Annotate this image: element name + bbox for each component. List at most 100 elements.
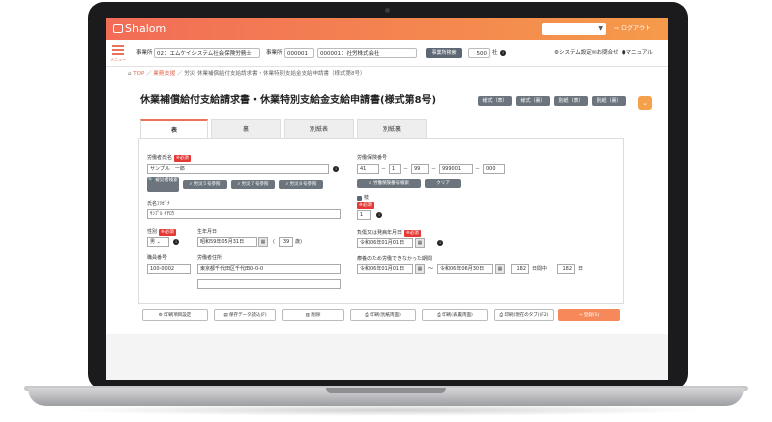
screen: Shalom ▼ ⇨ ログアウト メニュー 事業所 02：エムケイシステム社会保… — [106, 18, 668, 380]
sample-form-back-button[interactable]: 様式（裏） — [516, 96, 550, 106]
app-header: Shalom ▼ ⇨ ログアウト — [106, 18, 668, 40]
insurance-no-1[interactable]: 41 — [357, 164, 379, 174]
print-both-button[interactable]: ⎙ 印刷(別紙両面) — [350, 309, 416, 321]
gender-select-value: 男 — [150, 239, 156, 245]
tab-front[interactable]: 表 — [140, 119, 208, 139]
info-icon[interactable]: i — [437, 240, 443, 246]
worker-name-input[interactable]: サンプル 一郎 — [147, 164, 329, 174]
office-label: 事業所 — [136, 50, 153, 56]
employee-no-input[interactable]: 100-0002 — [147, 264, 191, 274]
age-input[interactable]: 39 — [279, 237, 293, 247]
branch-input[interactable]: 1 — [357, 210, 371, 220]
gear-icon: ⚙ — [158, 313, 163, 318]
ref8-button[interactable]: ⌕ 労災８号参照 — [279, 180, 323, 189]
insurance-no-5[interactable]: 000 — [483, 164, 505, 174]
days-input-2[interactable]: 182 — [557, 264, 575, 274]
required-badge: ※必須 — [159, 229, 176, 236]
print-settings-button[interactable]: ⚙ 印刷項目設定 — [142, 309, 208, 321]
days-unit-2: 日 — [578, 266, 584, 272]
calendar-icon[interactable]: ▦ — [415, 264, 425, 274]
insurance-no-3[interactable]: 99 — [411, 164, 429, 174]
print-settings-label: 印刷項目設定 — [164, 313, 192, 318]
calendar-icon[interactable]: ▦ — [258, 237, 268, 247]
system-settings-label: システム設定 — [558, 50, 592, 56]
logout-link[interactable]: ⇨ ログアウト — [614, 23, 651, 35]
info-icon[interactable]: i — [173, 239, 179, 245]
delete-button[interactable]: ▥ 削除 — [282, 309, 344, 321]
breadcrumb-category: 労災 — [184, 71, 196, 77]
insurance-no-2[interactable]: 1 — [389, 164, 401, 174]
register-button[interactable]: → 登録(S) — [558, 309, 620, 321]
system-settings-link[interactable]: ⚙システム設定 — [554, 48, 592, 58]
breadcrumb-current: 休業補償給付支給請求書・休業特別支給金支給申請書（様式第8号） — [197, 71, 366, 77]
office-select-value: 02：エムケイシステム社会保険労務士 — [157, 51, 252, 57]
logout-label: ログアウト — [620, 25, 651, 32]
period-label: 療養のため労働できなかった期間 — [357, 256, 433, 262]
count-input[interactable]: 500 — [468, 48, 490, 58]
address-input[interactable]: 東京都千代田区千代田0-0-0 — [197, 264, 341, 274]
expand-panel-icon[interactable]: ⌄ — [638, 96, 652, 110]
breadcrumb-business[interactable]: 業務支援 — [153, 71, 175, 77]
contact-link[interactable]: ✉お問合せ — [592, 48, 619, 58]
print-face-button[interactable]: ⎙ 印刷(表裏両面) — [422, 309, 488, 321]
chevron-down-icon: ⌄ — [156, 239, 161, 245]
manual-link[interactable]: ⬮マニュアル — [622, 48, 653, 58]
file-icon: ▤ — [223, 313, 228, 318]
birth-input[interactable]: 昭和59年05月31日 — [197, 237, 257, 247]
contact-label: お問合せ — [596, 50, 619, 56]
kana-input[interactable]: ｻﾝﾌﾟﾙ ｲﾁﾛｳ — [147, 209, 341, 219]
app-logo: Shalom — [113, 21, 166, 37]
info-icon[interactable]: i — [333, 166, 339, 172]
branch-checkbox[interactable] — [357, 196, 362, 201]
business-code-input[interactable]: 000001 — [284, 48, 314, 58]
paren-open: ( — [273, 239, 275, 245]
tab-back[interactable]: 裏 — [211, 119, 281, 139]
search-worker-button[interactable]: 🔍 被災者検索 — [147, 177, 179, 192]
branch-label: 枝 — [364, 195, 370, 201]
dash: － — [431, 166, 437, 172]
period-from-input[interactable]: 令和06年01月01日 — [357, 264, 413, 274]
address-input-2[interactable] — [197, 279, 341, 289]
ref5-button[interactable]: ⌕ 労災５号参照 — [183, 180, 227, 189]
load-saved-button[interactable]: ▤ 保存データ読込(F) — [214, 309, 276, 321]
office-select[interactable]: 02：エムケイシステム社会保険労務士 — [154, 48, 260, 58]
breadcrumb: ⌂ TOP ／ 業務支援 ／ 労災 休業補償給付支給請求書・休業特別支給金支給申… — [128, 71, 366, 77]
insurance-search-button[interactable]: ⌕ 労働保険番号検索 — [357, 179, 421, 188]
injury-date-input[interactable]: 令和06年01月01日 — [357, 238, 413, 248]
period-tilde: ～ — [428, 266, 434, 272]
form-panel: 労働者氏名 ※必須 サンプル 一郎 i 🔍 被災者検索 ⌕ 労災５号参照 ⌕ 労災… — [138, 138, 624, 304]
search-icon: 🔍 — [148, 178, 154, 183]
dash: － — [475, 166, 481, 172]
calendar-icon[interactable]: ▦ — [495, 264, 505, 274]
search-icon: ⌕ — [189, 182, 193, 187]
sample-form-front-button[interactable]: 様式（表） — [478, 96, 512, 106]
laptop-notch — [326, 388, 446, 393]
gender-select[interactable]: 男 ⌄ — [147, 237, 169, 247]
print-current-tab-button[interactable]: ⎙ 印刷(現在のタブ)(F2) — [494, 309, 554, 321]
clear-button[interactable]: クリア — [425, 179, 461, 188]
breadcrumb-home[interactable]: TOP — [133, 71, 144, 77]
business-select[interactable]: 000001：社労株式会社 — [317, 48, 417, 58]
load-saved-label: 保存データ読込(F) — [229, 313, 267, 318]
calendar-icon[interactable]: ▦ — [415, 238, 425, 248]
page-bottom-area — [106, 334, 668, 380]
age-unit: 歳) — [295, 239, 302, 245]
header-select[interactable]: ▼ — [542, 23, 606, 35]
manual-label: マニュアル — [625, 50, 653, 56]
info-icon[interactable]: i — [376, 212, 382, 218]
required-badge: ※必須 — [357, 202, 374, 209]
ref7-button[interactable]: ⌕ 労災７号参照 — [231, 180, 275, 189]
ref8-label: 労災８号参照 — [289, 182, 317, 187]
menu-icon[interactable] — [112, 45, 124, 55]
injury-date-label: 負傷又は発病年月日 ※必須 — [357, 230, 421, 237]
period-to-input[interactable]: 令和06年06月30日 — [437, 264, 493, 274]
info-icon[interactable]: i — [500, 50, 506, 56]
sample-sheet-front-button[interactable]: 別紙（表） — [554, 96, 588, 106]
tab-sheet-front[interactable]: 別紙表 — [284, 119, 354, 139]
business-search-button[interactable]: 事業所検索 — [426, 48, 462, 58]
tab-sheet-back[interactable]: 別紙裏 — [357, 119, 427, 139]
days-input[interactable]: 182 — [511, 264, 529, 274]
page-title: 休業補償給付支給請求書・休業特別支給金支給申請書(様式第8号) — [140, 95, 437, 106]
insurance-no-4[interactable]: 999001 — [439, 164, 473, 174]
sample-sheet-back-button[interactable]: 別紙（裏） — [592, 96, 626, 106]
